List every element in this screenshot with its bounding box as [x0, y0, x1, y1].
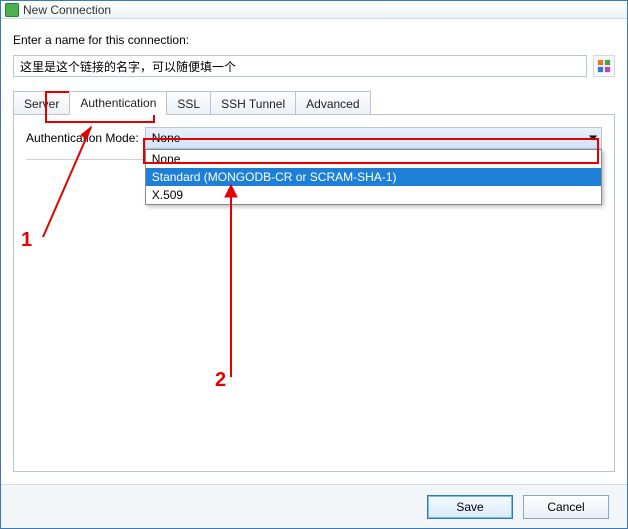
auth-mode-row: Authentication Mode: None None Standard … — [26, 127, 602, 149]
tab-bar: Server Authentication SSL SSH Tunnel Adv… — [13, 91, 615, 115]
tab-authentication[interactable]: Authentication — [69, 91, 167, 115]
annotation-number-2: 2 — [215, 369, 226, 392]
authentication-panel: Authentication Mode: None None Standard … — [13, 114, 615, 472]
connection-props-icon — [597, 59, 611, 73]
save-button[interactable]: Save — [427, 495, 513, 519]
title-bar: New Connection — [1, 1, 627, 19]
annotation-arrow-1 — [23, 119, 103, 239]
auth-option-none[interactable]: None — [146, 150, 601, 168]
tab-server-label: Server — [24, 97, 59, 111]
tab-authentication-label: Authentication — [80, 96, 156, 110]
window-title: New Connection — [23, 3, 111, 17]
tab-ssl-label: SSL — [177, 97, 200, 111]
cancel-button[interactable]: Cancel — [523, 495, 609, 519]
dialog-footer: Save Cancel — [1, 484, 627, 528]
auth-mode-selected: None — [152, 131, 181, 145]
tab-ssh-tunnel[interactable]: SSH Tunnel — [210, 91, 296, 115]
connection-name-input[interactable] — [13, 55, 587, 77]
annotation-number-1: 1 — [21, 229, 32, 252]
tab-server[interactable]: Server — [13, 91, 70, 115]
content-area: Enter a name for this connection: Server… — [1, 19, 627, 484]
tab-advanced-label: Advanced — [306, 97, 359, 111]
app-icon — [5, 3, 19, 17]
name-prompt: Enter a name for this connection: — [13, 33, 615, 47]
tab-ssh-tunnel-label: SSH Tunnel — [221, 97, 285, 111]
tab-advanced[interactable]: Advanced — [295, 91, 370, 115]
connection-props-button[interactable] — [593, 55, 615, 77]
auth-mode-combo-box[interactable]: None — [145, 127, 602, 149]
new-connection-window: New Connection Enter a name for this con… — [0, 0, 628, 529]
chevron-down-icon — [589, 136, 597, 141]
auth-mode-combo[interactable]: None None Standard (MONGODB-CR or SCRAM-… — [145, 127, 602, 149]
annotation-arrow-2 — [213, 179, 253, 379]
tab-ssl[interactable]: SSL — [166, 91, 211, 115]
name-row — [13, 55, 615, 77]
